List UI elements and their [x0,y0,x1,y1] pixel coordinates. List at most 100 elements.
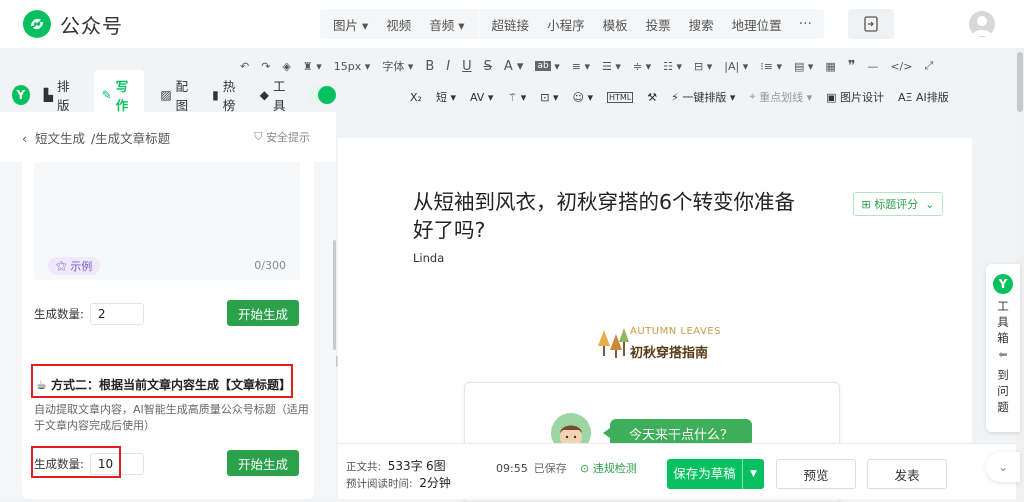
image-icon: ▨ [160,88,172,102]
char-counter: 0/300 [254,259,286,272]
plugin-toggle[interactable] [307,86,336,104]
tab-trending[interactable]: ▮ 热榜 [212,76,244,114]
page-insert-button[interactable] [848,9,894,39]
more-icon[interactable]: ··· [791,16,820,32]
page-scrollbar-thumb[interactable] [1017,52,1023,112]
nav-miniprogram[interactable]: 小程序 [538,15,594,34]
background-color-icon[interactable]: ab ▾ [535,60,560,73]
panel-header: ‹ 短文生成 /生成文章标题 ⛉ 安全提示 [0,112,336,162]
one-click-layout[interactable]: ⚡ 一键排版 ▾ [671,89,735,105]
scroll-down-icon[interactable]: ⌄ [986,452,1020,482]
title-score-button[interactable]: ⊞ 标题评分 ⌄ [853,192,943,216]
quantity-input[interactable]: 2 [89,303,144,325]
start-generate-button[interactable]: 开始生成 [227,300,299,326]
compliance-check-link[interactable]: ⊙ 违规检测 [580,460,637,476]
article-stats: 正文共: 533字 6图 预计阅读时间: 2分钟 [346,459,451,490]
preview-button[interactable]: 预览 [776,459,856,489]
nav-template[interactable]: 模板 [594,15,637,34]
font-family-select[interactable]: 字体 ▾ [382,58,413,74]
save-draft-button[interactable]: 保存为草稿 ▼ [667,459,764,489]
banner-chinese: 初秋穿搭指南 [630,346,709,361]
highlight-underline[interactable]: ⌖ 重点划线 ▾ [749,89,812,105]
redo-icon[interactable]: ↷ [261,60,270,73]
chevron-down-icon[interactable]: ▼ [743,469,764,479]
shield-icon: ⛉ [254,130,263,143]
quote-icon[interactable]: ❞ [848,58,856,74]
toolbox-icon[interactable]: ⚒ [647,91,657,104]
toolbox-sidebar[interactable]: Y 工具箱 ⬅ 到问题 [986,264,1020,432]
align-left-icon[interactable]: ≡ ▾ [572,60,590,73]
tab-tools[interactable]: ◆ 工具 [260,76,294,114]
clear-format-icon[interactable]: ◈ [282,60,290,73]
back-button[interactable]: ‹ 短文生成 [22,128,85,147]
indent-icon[interactable]: ☰ ▾ [602,60,621,73]
format-toolbar-secondary: X₂ 短 ▾ AV ▾ ⚚ ▾ ⊡ ▾ ☺ ▾ HTML ⚒ ⚡ 一键排版 ▾ … [410,86,1010,108]
cube-icon: ◆ [259,88,269,102]
strikethrough-icon[interactable]: S [484,59,492,74]
toggle-knob [318,86,336,104]
plugin-logo-icon[interactable]: Y [12,85,30,105]
start-generate-button-2[interactable]: 开始生成 [227,450,299,476]
nav-video[interactable]: 视频 [377,15,420,34]
emphasis-mark-icon[interactable]: 短 ▾ [436,89,456,105]
example-button[interactable]: ⚝ 示例 [48,257,101,275]
user-icon [972,16,992,36]
panel-scrollbar[interactable] [333,240,336,350]
article-title[interactable]: 从短袖到风衣，初秋穿搭的6个转变你准备好了吗? [413,188,813,244]
save-status: 09:55 已保存 [496,462,567,475]
undo-icon[interactable]: ↶ [240,60,249,73]
nav-hyperlink[interactable]: 超链接 [483,15,539,34]
image-design[interactable]: ▣ 图片设计 [826,89,884,105]
tab-image[interactable]: ▨ 配图 [160,76,196,114]
char-spacing-icon[interactable]: AV ▾ [470,91,493,104]
html-icon[interactable]: HTML [607,91,634,103]
toolbox-logo-icon: Y [993,274,1013,294]
breadcrumb-current: /生成文章标题 [90,130,171,146]
list-icon[interactable]: ⁝≡ ▾ [760,60,782,73]
user-avatar[interactable] [969,11,995,37]
banner-english: AUTUMN LEAVES [630,326,721,337]
letter-spacing-icon[interactable]: |A| ▾ [724,60,748,73]
code-icon[interactable]: </> [890,60,912,73]
quantity-row: 生成数量: 2 [34,303,144,325]
bold-icon[interactable]: B [425,59,434,74]
font-size-select[interactable]: 15px ▾ [334,60,371,73]
nav-image[interactable]: 图片 ▾ [324,15,377,34]
nav-audio[interactable]: 音频 ▾ [420,15,473,34]
nav-vote[interactable]: 投票 [637,15,680,34]
paragraph-spacing-icon[interactable]: ☷ ▾ [663,60,682,73]
wechat-official-logo-icon [23,10,51,38]
layout-icon: ▙ [43,88,53,102]
ai-write-icon: ✎ [101,88,112,102]
nav-location[interactable]: 地理位置 [723,15,791,34]
safety-tip[interactable]: ⛉ 安全提示 [254,129,310,145]
font-color-icon[interactable]: A ▾ [504,59,524,74]
block-icon[interactable]: ▤ ▾ [794,60,813,73]
ai-layout[interactable]: AΞ AI排版 [898,89,949,105]
wand-icon: ⚝ [56,259,67,272]
underline-icon[interactable]: U [462,59,472,74]
publish-button[interactable]: 发表 [867,459,947,489]
toolbox-label-2: 到问题 [997,368,1009,414]
spacing-icon[interactable]: ⊟ ▾ [694,60,712,73]
chart-insert-icon[interactable]: ⊡ ▾ [540,91,558,104]
line-height-icon[interactable]: ≑ ▾ [633,60,651,73]
format-painter-icon[interactable]: ♜ ▾ [303,60,322,73]
fullscreen-icon[interactable]: ⤢ [924,59,933,73]
divider-line-icon[interactable]: — [867,60,878,73]
logo[interactable]: 公众号 [22,9,123,39]
magic-icon[interactable]: ⚚ ▾ [507,91,526,104]
highlight-box-title [31,364,293,398]
tab-layout[interactable]: ▙ 排版 [44,76,78,114]
table-icon[interactable]: ▦ [825,60,835,73]
app-title: 公众号 [60,13,123,38]
italic-icon[interactable]: I [446,59,450,74]
autumn-banner: AUTUMN LEAVES 初秋穿搭指南 [596,324,746,364]
nav-search[interactable]: 搜索 [680,15,723,34]
emoji-icon[interactable]: ☺ ▾ [573,91,594,104]
method-two-description: 自动提取文章内容，AI智能生成高质量公众号标题（适用于文章内容完成后使用） [34,403,309,432]
article-author[interactable]: Linda [413,251,444,265]
arrow-left-icon[interactable]: ⬅ [998,348,1007,361]
quantity-label: 生成数量: [34,307,84,321]
subscript-icon[interactable]: X₂ [410,91,422,104]
